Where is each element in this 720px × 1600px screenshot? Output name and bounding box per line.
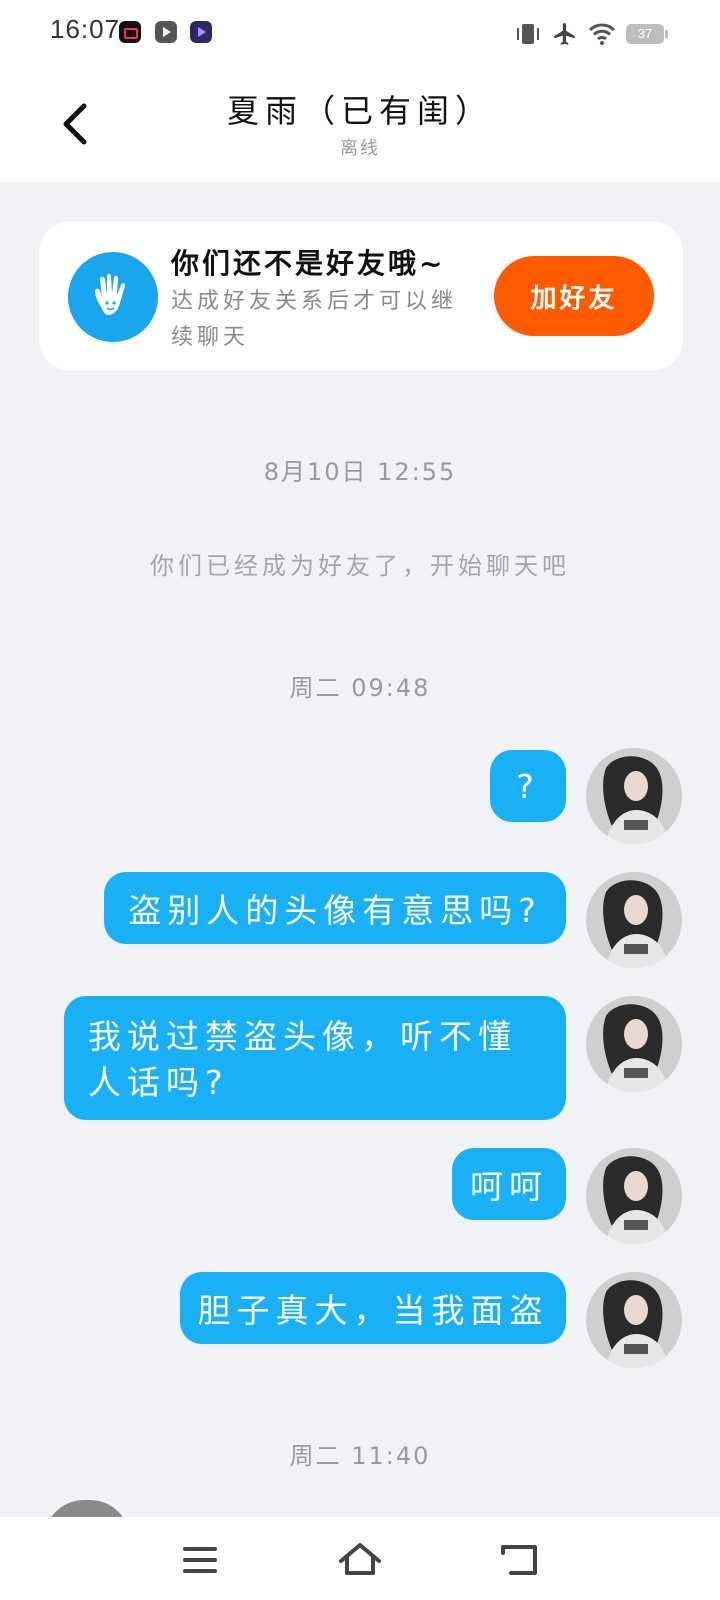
home-button[interactable] [337,1537,383,1583]
waving-hand-icon [68,252,158,342]
message-bubble[interactable]: 胆子真大，当我面盗 [180,1272,566,1344]
contact-name: 夏雨（已有闺） [226,92,493,130]
avatar-photo [586,872,682,968]
avatar[interactable] [586,1148,682,1244]
home-icon [339,1543,381,1575]
avatar[interactable] [586,748,682,844]
add-friend-button[interactable]: 加好友 [494,256,654,336]
online-status: 离线 [340,138,380,159]
avatar[interactable] [586,1272,682,1368]
avatar-photo [586,996,682,1092]
notice-title: 你们还不是好友哦~ [171,247,446,280]
avatar-photo [586,1272,682,1368]
message-bubble[interactable]: ? [490,750,566,822]
chat-timestamp: 周二 09:48 [289,674,431,702]
message-bubble[interactable]: 呵呵 [452,1148,566,1220]
battery-level: 37 [637,26,653,41]
chat-timestamp: 周二 11:40 [289,1442,431,1470]
avatar-photo [586,1148,682,1244]
system-message: 你们已经成为好友了，开始聊天吧 [150,552,570,580]
video-player-icon [155,21,177,43]
back-icon [501,1545,537,1575]
avatar[interactable] [586,872,682,968]
avatar-photo [586,748,682,844]
battery-icon: 37 [626,24,668,44]
status-bar: 16:07 37 [0,0,720,66]
wifi-icon [588,23,616,45]
status-time: 16:07 [50,14,121,44]
status-indicators: 37 [514,20,668,48]
notice-description: 达成好友关系后才可以继续聊天 [171,289,458,350]
friend-notice-card: 你们还不是好友哦~ 达成好友关系后才可以继续聊天 加好友 [39,222,683,370]
avatar[interactable] [586,996,682,1092]
menu-button[interactable] [177,1537,223,1583]
system-nav-bar [0,1517,720,1600]
menu-icon [183,1547,217,1573]
message-bubble[interactable]: 盗别人的头像有意思吗? [104,872,566,944]
media-app-icon [190,21,212,43]
chat-header: 夏雨（已有闺） 离线 [0,66,720,182]
vibrate-icon [517,24,539,44]
message-bubble[interactable]: 我说过禁盗头像，听不懂人话吗? [64,996,566,1120]
airplane-mode-icon [554,23,575,45]
chat-timestamp: 8月10日 12:55 [263,458,457,486]
screen-recorder-icon [119,21,141,43]
back-nav-button[interactable] [497,1537,543,1583]
